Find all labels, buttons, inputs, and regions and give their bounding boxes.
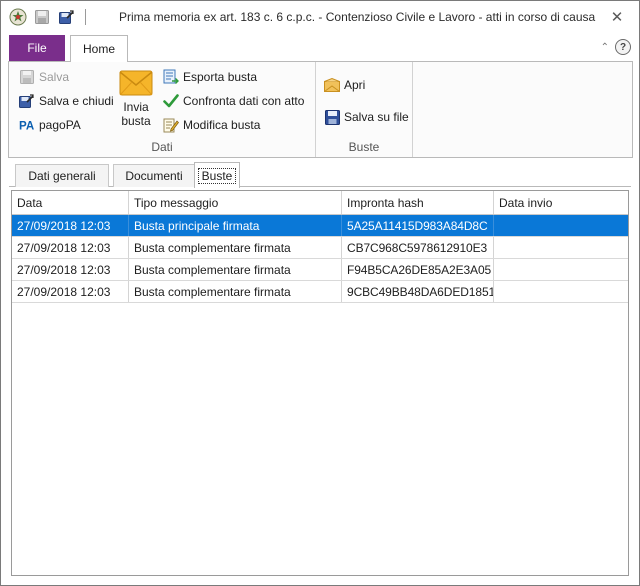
column-header-data-invio[interactable]: Data invio <box>494 191 628 214</box>
tab-home[interactable]: Home <box>70 35 128 62</box>
group-dati-label: Dati <box>151 140 173 154</box>
cell-tipo-messaggio: Busta complementare firmata <box>129 259 342 280</box>
envelope-icon <box>119 70 153 96</box>
cell-data-invio <box>494 237 628 258</box>
tab-dati-generali-label: Dati generali <box>28 169 96 183</box>
edit-document-icon <box>163 117 179 133</box>
cell-impronta-hash: 9CBC49BB48DA6DED1851 <box>342 281 494 302</box>
tab-dati-generali[interactable]: Dati generali <box>15 164 109 187</box>
salva-su-file-label: Salva su file <box>344 110 409 124</box>
pagopa-label: pagoPA <box>39 118 81 132</box>
cell-data-invio <box>494 259 628 280</box>
app-emblem-icon <box>9 8 27 26</box>
cell-data-invio <box>494 215 628 236</box>
window-title: Prima memoria ex art. 183 c. 6 c.p.c. - … <box>119 10 596 24</box>
invia-label-line1: Invia <box>123 100 149 114</box>
tab-documenti-label: Documenti <box>125 169 183 183</box>
collapse-ribbon-icon[interactable]: ⌃ <box>601 42 609 53</box>
modifica-busta-label: Modifica busta <box>183 118 261 132</box>
group-buste: Apri Salva su file Buste <box>316 62 413 157</box>
floppy-disk-icon <box>324 109 340 125</box>
group-dati: Salva Salva e chiudi PA pagoPA Invia bus… <box>9 62 316 157</box>
salva-label: Salva <box>39 70 70 84</box>
buste-grid: Data Tipo messaggio Impronta hash Data i… <box>11 190 629 576</box>
checkmark-icon <box>163 93 179 109</box>
pagopa-button[interactable]: PA pagoPA <box>19 117 81 133</box>
tab-buste[interactable]: Buste <box>194 162 240 188</box>
tab-buste-label: Buste <box>197 167 237 184</box>
qat-separator <box>85 9 86 25</box>
salva-su-file-button[interactable]: Salva su file <box>324 109 409 125</box>
cell-data: 27/09/2018 12:03 <box>12 215 129 236</box>
cell-impronta-hash: CB7C968C5978612910E3 <box>342 237 494 258</box>
cell-tipo-messaggio: Busta complementare firmata <box>129 237 342 258</box>
esporta-busta-label: Esporta busta <box>183 70 258 84</box>
column-header-impronta-hash[interactable]: Impronta hash <box>342 191 494 214</box>
cell-tipo-messaggio: Busta principale firmata <box>129 215 342 236</box>
title-bar: Prima memoria ex art. 183 c. 6 c.p.c. - … <box>1 1 639 33</box>
cell-impronta-hash: 5A25A11415D983A84D8C <box>342 215 494 236</box>
table-row[interactable]: 27/09/2018 12:03 Busta complementare fir… <box>12 259 628 281</box>
grid-header: Data Tipo messaggio Impronta hash Data i… <box>12 191 628 215</box>
cell-data: 27/09/2018 12:03 <box>12 281 129 302</box>
save-icon <box>19 69 35 85</box>
save-icon[interactable] <box>33 8 51 26</box>
save-and-close-icon[interactable] <box>57 8 75 26</box>
invia-busta-button[interactable]: Invia busta <box>117 70 155 128</box>
group-buste-label: Buste <box>348 140 380 154</box>
ribbon-controls: ⌃ ? <box>601 39 631 55</box>
open-envelope-icon <box>324 77 340 93</box>
table-row[interactable]: 27/09/2018 12:03 Busta complementare fir… <box>12 237 628 259</box>
tab-file[interactable]: File <box>9 35 65 61</box>
cell-data-invio <box>494 281 628 302</box>
cell-data: 27/09/2018 12:03 <box>12 259 129 280</box>
esporta-busta-button[interactable]: Esporta busta <box>163 69 257 85</box>
table-row[interactable]: 27/09/2018 12:03 Busta principale firmat… <box>12 215 628 237</box>
app-window: Prima memoria ex art. 183 c. 6 c.p.c. - … <box>0 0 640 586</box>
confronta-dati-label: Confronta dati con atto <box>183 94 305 108</box>
apri-label: Apri <box>344 78 366 92</box>
help-icon[interactable]: ? <box>615 39 631 55</box>
cell-impronta-hash: F94B5CA26DE85A2E3A05 <box>342 259 494 280</box>
apri-button[interactable]: Apri <box>324 77 365 93</box>
column-header-tipo-messaggio[interactable]: Tipo messaggio <box>129 191 342 214</box>
salva-button[interactable]: Salva <box>19 69 69 85</box>
table-row[interactable]: 27/09/2018 12:03 Busta complementare fir… <box>12 281 628 303</box>
save-and-close-icon <box>19 93 35 109</box>
modifica-busta-button[interactable]: Modifica busta <box>163 117 260 133</box>
tab-documenti[interactable]: Documenti <box>113 164 195 187</box>
export-icon <box>163 69 179 85</box>
salva-e-chiudi-button[interactable]: Salva e chiudi <box>19 93 114 109</box>
column-header-data[interactable]: Data <box>12 191 129 214</box>
close-button[interactable]: ✕ <box>607 7 627 27</box>
inner-tab-bar: Dati generali Documenti Buste <box>9 161 631 188</box>
invia-label-line2: busta <box>121 114 151 128</box>
pagopa-icon: PA <box>19 117 35 133</box>
grid-body: 27/09/2018 12:03 Busta principale firmat… <box>12 215 628 303</box>
confronta-dati-button[interactable]: Confronta dati con atto <box>163 93 304 109</box>
ribbon-panel: Salva Salva e chiudi PA pagoPA Invia bus… <box>8 61 633 158</box>
ribbon-tab-bar: File Home ⌃ ? <box>1 35 639 62</box>
salva-e-chiudi-label: Salva e chiudi <box>39 94 114 108</box>
svg-text:PA: PA <box>19 120 35 132</box>
cell-data: 27/09/2018 12:03 <box>12 237 129 258</box>
quick-access-toolbar <box>9 8 86 26</box>
cell-tipo-messaggio: Busta complementare firmata <box>129 281 342 302</box>
